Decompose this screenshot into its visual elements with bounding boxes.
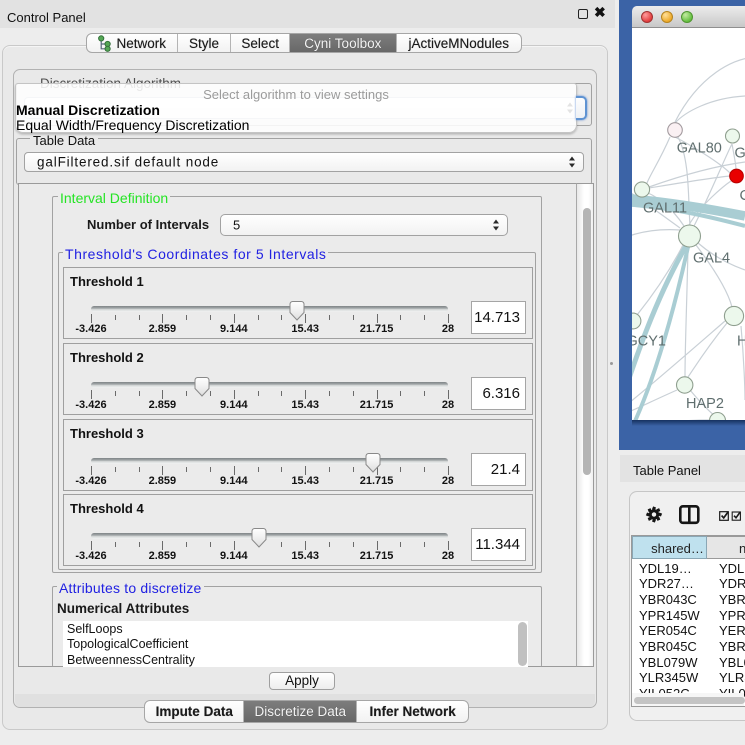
svg-text:H: H bbox=[737, 334, 745, 350]
svg-text:GA: GA bbox=[735, 146, 745, 162]
svg-text:GAL4: GAL4 bbox=[693, 251, 730, 267]
svg-text:GCY1: GCY1 bbox=[632, 334, 666, 350]
svg-text:GAL80: GAL80 bbox=[677, 141, 722, 157]
svg-text:GAL11: GAL11 bbox=[643, 201, 687, 217]
svg-text:HAP2: HAP2 bbox=[686, 396, 724, 412]
svg-text:C: C bbox=[740, 188, 745, 204]
